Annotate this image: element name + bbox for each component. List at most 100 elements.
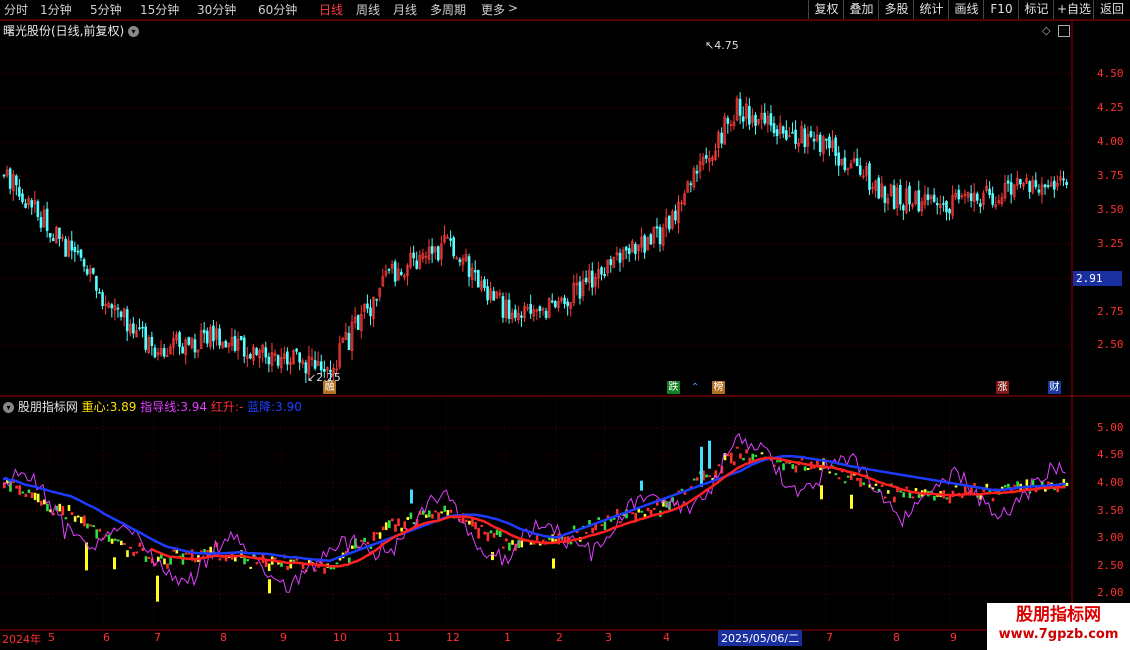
candle-body xyxy=(674,210,677,221)
x-month-label: 3 xyxy=(605,631,612,644)
x-month-label: 2024年 xyxy=(2,633,41,646)
candle-body xyxy=(319,361,323,371)
indicator-bar xyxy=(597,517,601,521)
indicator-bar xyxy=(378,532,382,539)
event-rise-icon[interactable]: 涨 xyxy=(996,381,1009,394)
candle-body xyxy=(1065,181,1068,186)
candle-body xyxy=(858,165,862,175)
candle-body xyxy=(609,259,613,266)
indicator-bar xyxy=(406,517,410,521)
indicator-bar xyxy=(166,563,169,569)
indicator-bar xyxy=(98,528,102,532)
candle-body xyxy=(948,208,951,214)
candle-body xyxy=(393,261,397,282)
indicator-bar xyxy=(569,542,573,545)
event-arrow-icon[interactable]: ⌃ xyxy=(691,382,699,393)
event-fall-icon[interactable]: 跌 xyxy=(667,381,680,394)
candle-body xyxy=(550,300,554,303)
indicator-dropdown-icon[interactable]: ▾ xyxy=(3,402,14,413)
indicator-bar xyxy=(739,453,742,459)
indicator-bar xyxy=(899,490,902,493)
candle-body xyxy=(969,193,973,201)
indicator-bar xyxy=(776,460,779,463)
candle-body xyxy=(975,193,979,201)
indicator-bar xyxy=(18,485,21,495)
indicator-bar xyxy=(474,521,477,530)
x-month-label: 7 xyxy=(154,631,161,644)
indicator-bar xyxy=(471,519,474,527)
candle-body xyxy=(436,246,440,261)
indicator-bar xyxy=(255,562,259,565)
candle-body xyxy=(24,203,27,208)
event-margin-icon[interactable]: 融 xyxy=(323,381,336,394)
indicator-bar xyxy=(828,471,832,474)
indicator-bar xyxy=(403,521,406,530)
x-month-label: 6 xyxy=(103,631,110,644)
candle-body xyxy=(809,131,813,137)
candle-body xyxy=(477,269,480,288)
candle-body xyxy=(101,292,104,306)
indicator-bar xyxy=(323,567,326,574)
candle-body xyxy=(704,155,708,159)
candle-body xyxy=(791,132,794,134)
indicator-bar xyxy=(138,542,142,547)
zhongxin-value: 3.89 xyxy=(109,400,137,414)
candle-body xyxy=(356,315,360,331)
y-tick-main: 4.00 xyxy=(1097,135,1124,148)
x-month-label: 9 xyxy=(280,631,287,644)
event-finance-icon[interactable]: 财 xyxy=(1048,381,1061,394)
candle-body xyxy=(818,134,822,152)
y-tick-ind: 5.00 xyxy=(1097,421,1124,434)
candle-body xyxy=(979,203,982,207)
indicator-bar xyxy=(46,503,49,512)
y-tick-main: 3.50 xyxy=(1097,203,1124,216)
candle-body xyxy=(255,348,258,356)
indicator-bar xyxy=(123,542,126,545)
y-tick-ind: 2.50 xyxy=(1097,559,1124,572)
candle-body xyxy=(98,292,101,294)
candle-body xyxy=(988,188,991,195)
y-tick-main: 2.75 xyxy=(1097,305,1124,318)
watermark-logo: 股朋指标网 www.7gpzb.com xyxy=(987,603,1130,650)
indicator-bar xyxy=(107,534,111,542)
indicator-bar xyxy=(729,452,733,464)
indicator-bar xyxy=(267,563,271,572)
watermark-line1: 股朋指标网 xyxy=(1016,605,1101,625)
indicator-bar xyxy=(991,497,995,502)
y-tick-main: 4.25 xyxy=(1097,101,1124,114)
indicator-bar xyxy=(27,489,31,494)
expand-icon[interactable] xyxy=(1058,25,1070,37)
candle-body xyxy=(643,235,646,253)
indicator-bar xyxy=(58,503,62,512)
candle-body xyxy=(298,352,301,363)
candle-body xyxy=(520,315,523,318)
candle-body xyxy=(935,203,939,206)
kline-chart[interactable] xyxy=(0,0,1130,650)
candle-body xyxy=(812,138,816,142)
indicator-bar xyxy=(274,557,277,560)
candle-body xyxy=(8,168,12,189)
candle-body xyxy=(917,190,921,212)
candle-body xyxy=(449,238,452,241)
indicator-bar xyxy=(705,474,708,478)
candle-body xyxy=(467,256,471,277)
event-list-icon[interactable]: 榜 xyxy=(712,381,725,394)
yellow-signal-bar xyxy=(156,575,159,602)
indicator-bar xyxy=(505,538,508,542)
diamond-icon[interactable]: ◇ xyxy=(1042,24,1050,37)
candle-body xyxy=(264,347,268,358)
lanjiang-label: 蓝降: xyxy=(247,400,276,414)
indicator-bar xyxy=(850,473,853,480)
title-dropdown-icon[interactable]: ▾ xyxy=(128,26,140,37)
candle-body xyxy=(1052,180,1056,190)
candle-body xyxy=(64,238,67,257)
indicator-bar xyxy=(83,515,86,527)
candle-body xyxy=(544,310,548,318)
yellow-signal-bar xyxy=(113,557,116,570)
indicator-bar xyxy=(147,557,151,560)
high-marker: ↖4.75 xyxy=(705,39,739,52)
candle-body xyxy=(242,337,246,357)
indicator-bar xyxy=(498,530,502,537)
candle-body xyxy=(116,307,120,310)
candle-body xyxy=(205,330,209,344)
